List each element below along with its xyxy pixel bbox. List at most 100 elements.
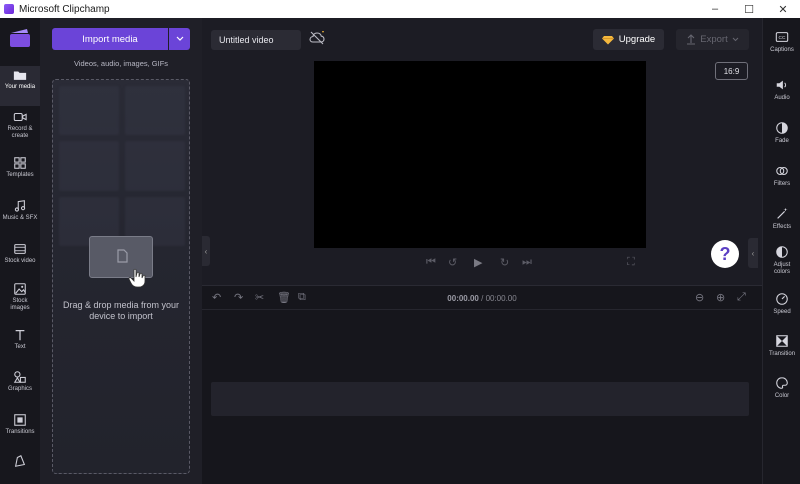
collapse-properties-button[interactable]: ‹	[748, 238, 758, 268]
current-time: 00:00.00	[447, 294, 479, 303]
project-title-input[interactable]: Untitled video	[211, 30, 301, 50]
shapes-icon	[13, 371, 26, 383]
nav-label: Transitions	[5, 429, 35, 435]
media-dropzone[interactable]: Drag & drop media from your device to im…	[52, 79, 190, 474]
nav-templates[interactable]: Templates	[0, 154, 40, 194]
nav-label: Record & create	[7, 126, 33, 139]
aspect-ratio-button[interactable]: 16:9	[715, 62, 748, 80]
prop-fade[interactable]: Fade	[763, 121, 800, 145]
close-button[interactable]: ✕	[766, 0, 800, 18]
speaker-icon	[776, 80, 787, 90]
import-media-button[interactable]: Import media	[52, 28, 168, 50]
import-options-dropdown[interactable]	[169, 28, 190, 50]
prop-audio[interactable]: Audio	[763, 78, 800, 102]
total-time: 00:00.00	[485, 294, 517, 303]
export-button[interactable]: Export	[676, 29, 749, 50]
prop-transition[interactable]: Transition	[763, 334, 800, 358]
fullscreen-icon[interactable]: ⛶	[627, 256, 635, 269]
prop-captions[interactable]: CC Captions	[763, 30, 800, 54]
prop-filters[interactable]: Filters	[763, 164, 800, 188]
media-panel: Import media Videos, audio, images, GIFs…	[40, 18, 202, 484]
fade-icon	[776, 122, 788, 134]
import-subtitle: Videos, audio, images, GIFs	[73, 59, 169, 68]
prop-adjust-colors[interactable]: Adjust colors	[763, 245, 800, 276]
nav-stock-video[interactable]: Stock video	[0, 240, 40, 280]
timecode: 00:00.00 / 00:00.00	[202, 294, 762, 303]
svg-text:CC: CC	[779, 35, 786, 41]
window-title: Microsoft Clipchamp	[19, 3, 110, 15]
prop-speed[interactable]: Speed	[763, 292, 800, 316]
music-icon	[14, 200, 26, 212]
nav-label: Templates	[6, 172, 34, 178]
upgrade-button[interactable]: Upgrade	[593, 29, 664, 50]
prop-label: Captions	[770, 47, 794, 53]
left-nav: Your media Record & create Templates Mus…	[0, 18, 40, 484]
placeholder-thumbnails	[59, 86, 185, 246]
time-separator: /	[478, 294, 486, 303]
prop-label: Fade	[775, 138, 789, 144]
window-controls: – ☐ ✕	[698, 0, 800, 18]
video-preview	[314, 61, 646, 248]
filters-icon	[776, 166, 788, 176]
nav-label: Stock video	[4, 258, 36, 264]
nav-brand-kit[interactable]	[0, 452, 40, 484]
properties-panel: CC Captions Audio Fade Filters Effects A…	[762, 18, 800, 484]
nav-label: Graphics	[7, 386, 32, 392]
nav-text[interactable]: Text	[0, 326, 40, 366]
camera-icon	[13, 112, 27, 122]
skip-back-icon[interactable]: ⏮	[426, 256, 436, 269]
prop-label: Adjust colors	[773, 262, 791, 275]
prop-label: Color	[774, 393, 790, 399]
transitions-icon	[14, 414, 26, 426]
prop-color[interactable]: Color	[763, 376, 800, 400]
file-icon	[117, 249, 128, 263]
collapse-media-panel-button[interactable]: ‹	[202, 236, 210, 266]
help-button[interactable]: ?	[711, 240, 739, 268]
prop-label: Transition	[768, 351, 796, 357]
captions-icon: CC	[775, 32, 789, 42]
magic-wand-icon	[777, 207, 788, 219]
nav-stock-images[interactable]: Stock images	[0, 280, 40, 320]
maximize-button[interactable]: ☐	[732, 0, 766, 18]
hand-cursor-icon	[128, 268, 146, 288]
timeline: ↶ ↷ ✂ 🗑 ⧉ 00:00.00 / 00:00.00 ⊖ ⊕ ⤢	[202, 285, 762, 484]
play-icon[interactable]: ▶	[474, 256, 482, 269]
adjust-icon	[776, 246, 788, 258]
nav-record-create[interactable]: Record & create	[0, 108, 40, 148]
export-label: Export	[700, 34, 728, 45]
transition-icon	[776, 335, 788, 347]
rewind-5s-icon[interactable]: ↺	[448, 256, 457, 269]
nav-label: Text	[14, 344, 26, 350]
prop-effects[interactable]: Effects	[763, 207, 800, 231]
upload-icon	[687, 34, 696, 45]
timeline-track[interactable]	[211, 382, 749, 416]
zoom-out-icon[interactable]: ⊖	[695, 291, 704, 304]
nav-label: Stock images	[10, 298, 30, 311]
skip-forward-icon[interactable]: ⏭	[522, 256, 532, 269]
brand-icon	[14, 455, 26, 467]
nav-graphics[interactable]: Graphics	[0, 368, 40, 408]
clipchamp-logo-icon	[10, 29, 30, 47]
dropzone-text: Drag & drop media from your device to im…	[62, 300, 180, 321]
clipchamp-logo-icon	[4, 4, 14, 14]
prop-label: Effects	[772, 224, 792, 230]
fit-timeline-icon[interactable]: ⤢	[737, 291, 746, 304]
nav-music-sfx[interactable]: Music & SFX	[0, 197, 40, 237]
minimize-button[interactable]: –	[698, 0, 732, 18]
editor-topbar: Untitled video Upgrade Export	[202, 18, 762, 62]
cloud-off-icon[interactable]	[309, 31, 325, 45]
diamond-icon	[601, 35, 614, 44]
chevron-down-icon	[176, 36, 183, 41]
forward-5s-icon[interactable]: ↻	[500, 256, 509, 269]
zoom-in-icon[interactable]: ⊕	[716, 291, 725, 304]
nav-your-media[interactable]: Your media	[0, 66, 40, 106]
window-titlebar: Microsoft Clipchamp – ☐ ✕	[0, 0, 800, 18]
image-icon	[14, 283, 26, 295]
templates-icon	[14, 157, 26, 169]
playback-controls: ⏮ ↺ ▶ ↻ ⏭ ⛶	[314, 256, 646, 272]
prop-label: Audio	[774, 95, 790, 101]
speedometer-icon	[776, 293, 788, 305]
timeline-toolbar: ↶ ↷ ✂ 🗑 ⧉ 00:00.00 / 00:00.00 ⊖ ⊕ ⤢	[202, 286, 762, 310]
palette-icon	[776, 377, 788, 389]
nav-transitions[interactable]: Transitions	[0, 411, 40, 451]
